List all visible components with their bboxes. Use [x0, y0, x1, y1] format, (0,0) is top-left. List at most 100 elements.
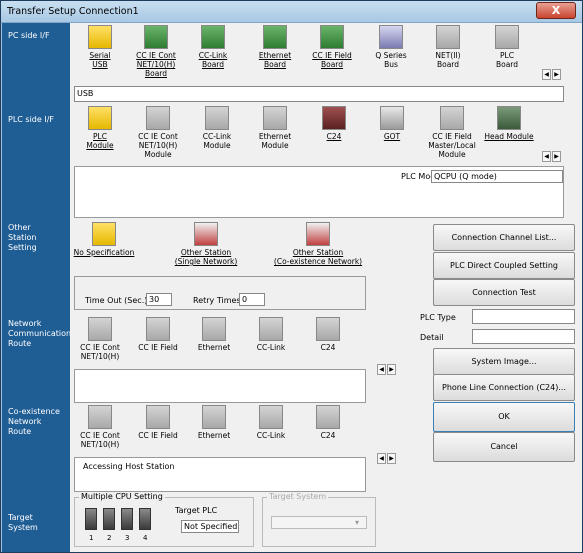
label-coexistence-route: Co-existence Network Route — [8, 407, 60, 436]
option-label: C24 — [320, 431, 336, 440]
network-option-ethernet[interactable]: Ethernet — [194, 317, 234, 352]
plc-scroll-arrows[interactable]: ◀ ▶ — [542, 151, 562, 162]
pc-option-net-ii-board[interactable]: NET(II) Board — [428, 25, 468, 69]
option-label: Module — [144, 150, 172, 159]
option-label: Serial — [89, 51, 111, 60]
pc-option-q-series-bus[interactable]: Q Series Bus — [371, 25, 411, 69]
plc-option-c24[interactable]: C24 — [314, 106, 354, 141]
right-arrow-icon[interactable]: ▶ — [552, 69, 561, 80]
pc-detail-field[interactable]: USB — [74, 86, 564, 102]
coexist-scroll-arrows[interactable]: ◀ ▶ — [377, 453, 397, 464]
other-option-coexistence-network[interactable]: Other Station (Co-existence Network) — [270, 222, 366, 266]
option-label: CC-Link — [198, 51, 228, 60]
option-label: Q Series — [375, 51, 407, 60]
multiple-cpu-group: Multiple CPU Setting 1 2 3 4 Target PLC … — [74, 492, 254, 547]
bus-icon — [379, 25, 403, 49]
timeout-input[interactable]: 30 — [146, 293, 172, 306]
cpu-1-icon[interactable] — [85, 508, 97, 530]
pc-option-cc-link-board[interactable]: CC-Link Board — [193, 25, 233, 69]
target-system-label: Target System — [267, 492, 329, 501]
connection-test-button[interactable]: Connection Test — [433, 279, 575, 306]
coexist-option-c24[interactable]: C24 — [308, 405, 348, 440]
left-arrow-icon[interactable]: ◀ — [542, 69, 551, 80]
network-option-cc-ie-field[interactable]: CC IE Field — [134, 317, 182, 352]
pc-option-serial-usb[interactable]: Serial USB — [80, 25, 120, 69]
label-other-station: Other Station Setting — [8, 223, 37, 252]
window-title: Transfer Setup Connection1 — [7, 6, 139, 17]
module-icon — [440, 106, 464, 130]
left-arrow-icon[interactable]: ◀ — [377, 453, 386, 464]
retry-input[interactable]: 0 — [239, 293, 265, 306]
left-arrow-icon[interactable]: ◀ — [542, 151, 551, 162]
detail-label: Detail — [420, 333, 444, 342]
module-icon — [202, 317, 226, 341]
plc-option-plc-module[interactable]: PLC Module — [80, 106, 120, 150]
option-label: GOT — [383, 132, 401, 141]
module-icon — [88, 405, 112, 429]
option-label: Board — [201, 60, 225, 69]
phone-line-connection-button[interactable]: Phone Line Connection (C24)... — [433, 374, 575, 401]
option-label: Module — [261, 141, 289, 150]
network-option-cc-ie-cont[interactable]: CC IE Cont NET/10(H) — [74, 317, 126, 361]
board-icon — [436, 25, 460, 49]
pc-scroll-arrows[interactable]: ◀ ▶ — [542, 69, 562, 80]
right-arrow-icon[interactable]: ▶ — [387, 364, 396, 375]
target-system-group: Target System ▾ — [262, 492, 376, 547]
plc-option-cc-ie-cont[interactable]: CC IE Cont NET/10(H) Module — [132, 106, 184, 159]
board-icon — [495, 25, 519, 49]
plc-option-head-module[interactable]: Head Module — [483, 106, 535, 141]
option-label: CC-Link — [202, 132, 232, 141]
single-network-icon — [194, 222, 218, 246]
close-button[interactable]: X — [536, 2, 576, 19]
board-icon — [144, 25, 168, 49]
network-scroll-arrows[interactable]: ◀ ▶ — [377, 364, 397, 375]
target-plc-value: Not Specified — [181, 520, 239, 533]
option-label: Module — [203, 141, 231, 150]
module-icon — [316, 317, 340, 341]
target-system-select[interactable] — [271, 516, 367, 529]
network-option-cc-link[interactable]: CC-Link — [251, 317, 291, 352]
module-icon — [202, 405, 226, 429]
multiple-cpu-label: Multiple CPU Setting — [79, 492, 165, 501]
option-label: (Co-existence Network) — [273, 257, 363, 266]
right-arrow-icon[interactable]: ▶ — [552, 151, 561, 162]
plc-option-cc-link-module[interactable]: CC-Link Module — [197, 106, 237, 150]
connection-channel-list-button[interactable]: Connection Channel List... — [433, 224, 575, 251]
plc-direct-coupled-button[interactable]: PLC Direct Coupled Setting — [433, 252, 575, 279]
option-label: Board — [263, 60, 287, 69]
coexist-option-cc-ie-field[interactable]: CC IE Field — [134, 405, 182, 440]
plc-option-cc-ie-field[interactable]: CC IE Field Master/Local Module — [426, 106, 478, 159]
option-label: Master/Local — [428, 141, 476, 150]
plc-option-got[interactable]: GOT — [372, 106, 412, 141]
network-option-c24[interactable]: C24 — [308, 317, 348, 352]
pc-option-cc-ie-cont[interactable]: CC IE Cont NET/10(H) Board — [130, 25, 182, 78]
cpu-2-icon[interactable] — [103, 508, 115, 530]
option-label: CC IE Cont — [80, 431, 120, 440]
network-detail-box — [74, 369, 366, 403]
option-label: Module — [86, 141, 114, 150]
option-label: CC IE Field — [138, 343, 178, 352]
label-target-system: Target System — [8, 513, 38, 532]
other-option-no-spec[interactable]: No Specification — [72, 222, 136, 257]
coexist-option-cc-link[interactable]: CC-Link — [251, 405, 291, 440]
module-icon — [146, 317, 170, 341]
cpu-3-icon[interactable] — [121, 508, 133, 530]
pc-option-cc-ie-field-board[interactable]: CC IE Field Board — [308, 25, 356, 69]
cpu-4-icon[interactable] — [139, 508, 151, 530]
plc-option-ethernet-module[interactable]: Ethernet Module — [255, 106, 295, 150]
coexist-option-cc-ie-cont[interactable]: CC IE Cont NET/10(H) — [74, 405, 126, 449]
ok-button[interactable]: OK — [433, 402, 575, 432]
option-label: Module — [438, 150, 466, 159]
option-label: PLC — [500, 51, 514, 60]
system-image-button[interactable]: System Image... — [433, 348, 575, 375]
right-arrow-icon[interactable]: ▶ — [387, 453, 396, 464]
option-label: CC IE Cont — [80, 343, 120, 352]
left-arrow-icon[interactable]: ◀ — [377, 364, 386, 375]
pc-option-ethernet-board[interactable]: Ethernet Board — [253, 25, 297, 69]
pc-option-plc-board[interactable]: PLC Board — [487, 25, 527, 69]
option-label: NET/10(H) — [136, 60, 176, 69]
plc-type-field — [472, 309, 575, 324]
coexist-option-ethernet[interactable]: Ethernet — [194, 405, 234, 440]
cancel-button[interactable]: Cancel — [433, 432, 575, 462]
other-option-single-network[interactable]: Other Station (Single Network) — [170, 222, 242, 266]
